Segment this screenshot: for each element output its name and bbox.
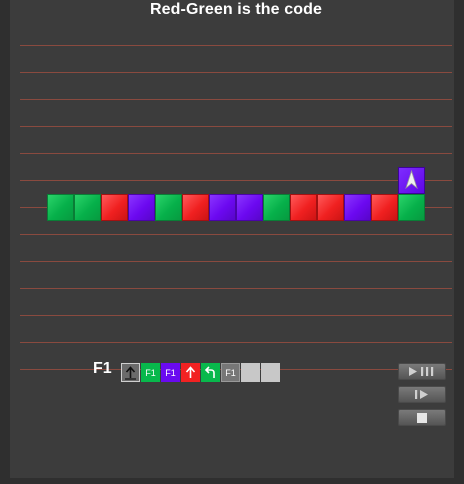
board-tile-red xyxy=(290,194,317,221)
board-tile-purple xyxy=(344,194,371,221)
ship xyxy=(398,167,425,194)
board-tile-green xyxy=(398,194,425,221)
game-board xyxy=(20,32,452,370)
program-slot[interactable] xyxy=(181,363,200,382)
board-tile-purple xyxy=(209,194,236,221)
board-gridline xyxy=(20,99,452,100)
play-pause-button[interactable] xyxy=(398,363,446,380)
slot-label: F1 xyxy=(145,367,156,378)
turn-left-icon xyxy=(204,366,215,378)
play-pause-icon xyxy=(409,367,434,376)
board-gridline xyxy=(20,315,452,316)
board-gridline xyxy=(20,126,452,127)
puzzle-title: Red-Green is the code xyxy=(150,1,322,18)
board-tile-red xyxy=(182,194,209,221)
left-border xyxy=(0,0,10,484)
board-tile-green xyxy=(47,194,74,221)
ship-arrow-icon xyxy=(405,169,418,190)
board-tile-green xyxy=(74,194,101,221)
board-tile-green xyxy=(155,194,182,221)
step-button[interactable] xyxy=(398,386,446,403)
board-gridline xyxy=(20,153,452,154)
program-slot[interactable] xyxy=(201,363,220,382)
board-tile-red xyxy=(101,194,128,221)
program-slot[interactable] xyxy=(241,363,260,382)
program-slot[interactable]: F1 xyxy=(221,363,240,382)
board-tile-green xyxy=(263,194,290,221)
program-slot[interactable] xyxy=(261,363,280,382)
board-gridline xyxy=(20,45,452,46)
stop-icon xyxy=(417,412,427,423)
bottom-border xyxy=(0,478,464,484)
board-gridline xyxy=(20,288,452,289)
function-label: F1 xyxy=(93,360,112,377)
right-border xyxy=(454,0,464,484)
board-gridline xyxy=(20,234,452,235)
forward-arrow-icon xyxy=(125,366,136,380)
slot-label: F1 xyxy=(225,367,236,378)
forward-arrow-icon xyxy=(185,366,196,378)
board-tile-red xyxy=(371,194,398,221)
stop-button[interactable] xyxy=(398,409,446,426)
board-gridline xyxy=(20,342,452,343)
step-icon xyxy=(415,390,428,399)
board-tile-red xyxy=(317,194,344,221)
board-gridline xyxy=(20,180,452,181)
board-tile-purple xyxy=(128,194,155,221)
board-gridline xyxy=(20,261,452,262)
program-slot[interactable] xyxy=(121,363,140,382)
program-slot[interactable]: F1 xyxy=(161,363,180,382)
program-slot[interactable]: F1 xyxy=(141,363,160,382)
board-gridline xyxy=(20,72,452,73)
board-tile-purple xyxy=(236,194,263,221)
slot-label: F1 xyxy=(165,367,176,378)
